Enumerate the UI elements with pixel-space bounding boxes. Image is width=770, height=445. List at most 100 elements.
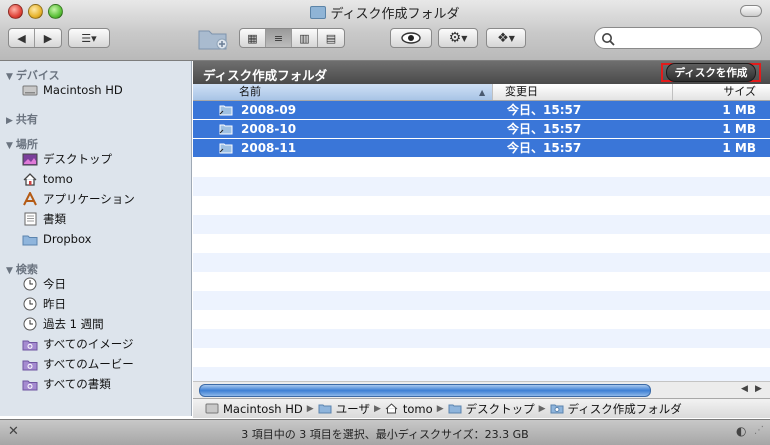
path-item-home[interactable]: tomo — [385, 402, 433, 416]
icon-view-icon: ▦ — [247, 31, 258, 45]
path-bar: Macintosh HD ▶ ユーザ ▶ tomo ▶ デスクトップ ▶ ディス… — [193, 398, 770, 418]
column-header: 名前 ▲ 変更日 サイズ — [193, 84, 770, 101]
folder-alias-icon — [219, 124, 233, 135]
sidebar-item-past-week[interactable]: 過去 1 週間 — [22, 315, 104, 333]
arrange-button[interactable]: ☰▾ — [68, 28, 110, 48]
sidebar: ▼ デバイス Macintosh HD ▶ 共有 ▼ 場所 デスクトップ tomo ア… — [0, 61, 192, 416]
resize-grip-icon[interactable]: ⋰ — [754, 425, 764, 436]
sort-ascending-icon: ▲ — [479, 88, 486, 97]
sidebar-item-dropbox[interactable]: Dropbox — [22, 230, 91, 248]
sidebar-item-macintosh-hd[interactable]: Macintosh HD — [22, 81, 123, 99]
path-separator-icon: ▶ — [373, 403, 381, 414]
path-item-users[interactable]: ユーザ — [318, 401, 370, 417]
home-icon — [385, 403, 399, 414]
sidebar-section-shared[interactable]: ▶ 共有 — [6, 111, 38, 127]
folder-icon — [448, 403, 462, 414]
sidebar-item-home[interactable]: tomo — [22, 170, 73, 188]
folder-alias-icon — [219, 143, 233, 154]
chevron-down-icon: ▼ — [461, 33, 468, 43]
horizontal-scrollbar[interactable]: ◀ ▶ — [193, 381, 770, 398]
forward-arrow-icon: ▶ — [43, 31, 53, 45]
smart-folder-icon — [22, 377, 38, 391]
sidebar-item-applications[interactable]: アプリケーション — [22, 190, 135, 208]
path-separator-icon: ▶ — [538, 403, 546, 414]
column-header-size[interactable]: サイズ — [673, 84, 770, 100]
empty-row — [193, 215, 770, 234]
eye-icon — [401, 32, 421, 44]
folder-icon — [22, 232, 38, 246]
dropbox-button[interactable]: ❖ ▼ — [486, 28, 526, 48]
documents-icon — [22, 212, 38, 226]
home-icon — [22, 172, 38, 186]
disclosure-triangle-icon: ▼ — [6, 141, 13, 151]
column-view-button[interactable]: ▥ — [292, 29, 318, 47]
scroll-left-arrow-icon[interactable]: ◀ — [741, 384, 748, 394]
clock-icon — [22, 297, 38, 311]
sidebar-item-documents[interactable]: 書類 — [22, 210, 66, 228]
empty-row — [193, 234, 770, 253]
path-item-burn-folder[interactable]: ディスク作成フォルダ — [550, 401, 682, 417]
list-view-icon: ≡ — [273, 31, 284, 45]
window-title: ディスク作成フォルダ — [0, 3, 770, 22]
gear-icon: ⚙ — [448, 30, 462, 46]
search-icon — [602, 33, 615, 46]
status-text: 3 項目中の 3 項目を選択、最小ディスクサイズ：23.3 GB — [241, 428, 529, 441]
clock-icon — [22, 277, 38, 291]
dropbox-icon: ❖ — [497, 30, 509, 46]
sidebar-item-all-movies[interactable]: すべてのムービー — [22, 355, 134, 373]
new-folder-button[interactable] — [198, 26, 228, 50]
disclosure-triangle-icon: ▶ — [6, 116, 13, 126]
back-forward-control: ◀ ▶ — [8, 28, 62, 48]
toolbar-toggle-button[interactable] — [740, 5, 762, 17]
path-item-macintosh-hd[interactable]: Macintosh HD — [205, 402, 303, 416]
column-header-name[interactable]: 名前 — [193, 84, 493, 100]
burn-button-highlight: ディスクを作成 — [661, 63, 761, 82]
sync-status-icon: ◐ — [736, 424, 747, 438]
list-view-button[interactable]: ≡ — [266, 29, 292, 47]
coverflow-view-button[interactable]: ▤ — [318, 29, 344, 47]
arrange-icon: ☰▾ — [81, 31, 97, 45]
empty-row — [193, 329, 770, 348]
action-button[interactable]: ⚙ ▼ — [438, 28, 478, 48]
empty-row — [193, 310, 770, 329]
sidebar-item-all-documents[interactable]: すべての書類 — [22, 375, 111, 393]
applications-icon — [22, 192, 38, 206]
file-row[interactable]: 2008-09 今日、15:57 1 MB — [193, 101, 770, 120]
search-input[interactable] — [617, 30, 757, 48]
burn-folder-title: ディスク作成フォルダ — [203, 68, 328, 83]
path-item-desktop[interactable]: デスクトップ — [448, 401, 535, 417]
quick-look-button[interactable] — [390, 28, 432, 48]
column-view-icon: ▥ — [299, 31, 310, 45]
back-button[interactable]: ◀ — [9, 29, 35, 47]
scroll-right-arrow-icon[interactable]: ▶ — [755, 384, 762, 394]
sidebar-item-desktop[interactable]: デスクトップ — [22, 150, 112, 168]
empty-row — [193, 158, 770, 177]
sidebar-item-today[interactable]: 今日 — [22, 275, 66, 293]
burn-folder-icon — [550, 403, 564, 414]
view-mode-control: ▦ ≡ ▥ ▤ — [239, 28, 345, 48]
path-separator-icon: ▶ — [436, 403, 444, 414]
icon-view-button[interactable]: ▦ — [240, 29, 266, 47]
column-header-date[interactable]: 変更日 — [493, 84, 673, 100]
search-field[interactable] — [594, 27, 762, 49]
finder-window: ディスク作成フォルダ ◀ ▶ ☰▾ ▦ ≡ ▥ ▤ ⚙ ▼ ❖ ▼ ▼ デバイス… — [0, 0, 770, 445]
toolbar: ディスク作成フォルダ ◀ ▶ ☰▾ ▦ ≡ ▥ ▤ ⚙ ▼ ❖ ▼ — [0, 0, 770, 61]
disclosure-triangle-icon: ▼ — [6, 72, 13, 82]
sidebar-item-all-images[interactable]: すべてのイメージ — [22, 335, 134, 353]
empty-row — [193, 291, 770, 310]
coverflow-icon: ▤ — [325, 31, 337, 45]
burn-folder-bar: ディスク作成フォルダ ディスクを作成 — [193, 61, 770, 84]
burn-disc-button[interactable]: ディスクを作成 — [665, 63, 757, 82]
scrollbar-thumb[interactable] — [199, 384, 651, 397]
clock-icon — [22, 317, 38, 331]
file-list: 2008-09 今日、15:57 1 MB 2008-10 今日、15:57 1… — [193, 101, 770, 386]
status-bar: ✕ 3 項目中の 3 項目を選択、最小ディスクサイズ：23.3 GB ◐ ⋰ — [0, 419, 770, 445]
sidebar-item-yesterday[interactable]: 昨日 — [22, 295, 66, 313]
hard-drive-icon — [205, 403, 219, 414]
forward-button[interactable]: ▶ — [35, 29, 61, 47]
file-row[interactable]: 2008-10 今日、15:57 1 MB — [193, 120, 770, 139]
burn-folder-icon — [310, 6, 327, 19]
file-row[interactable]: 2008-11 今日、15:57 1 MB — [193, 139, 770, 158]
empty-row — [193, 177, 770, 196]
empty-row — [193, 196, 770, 215]
